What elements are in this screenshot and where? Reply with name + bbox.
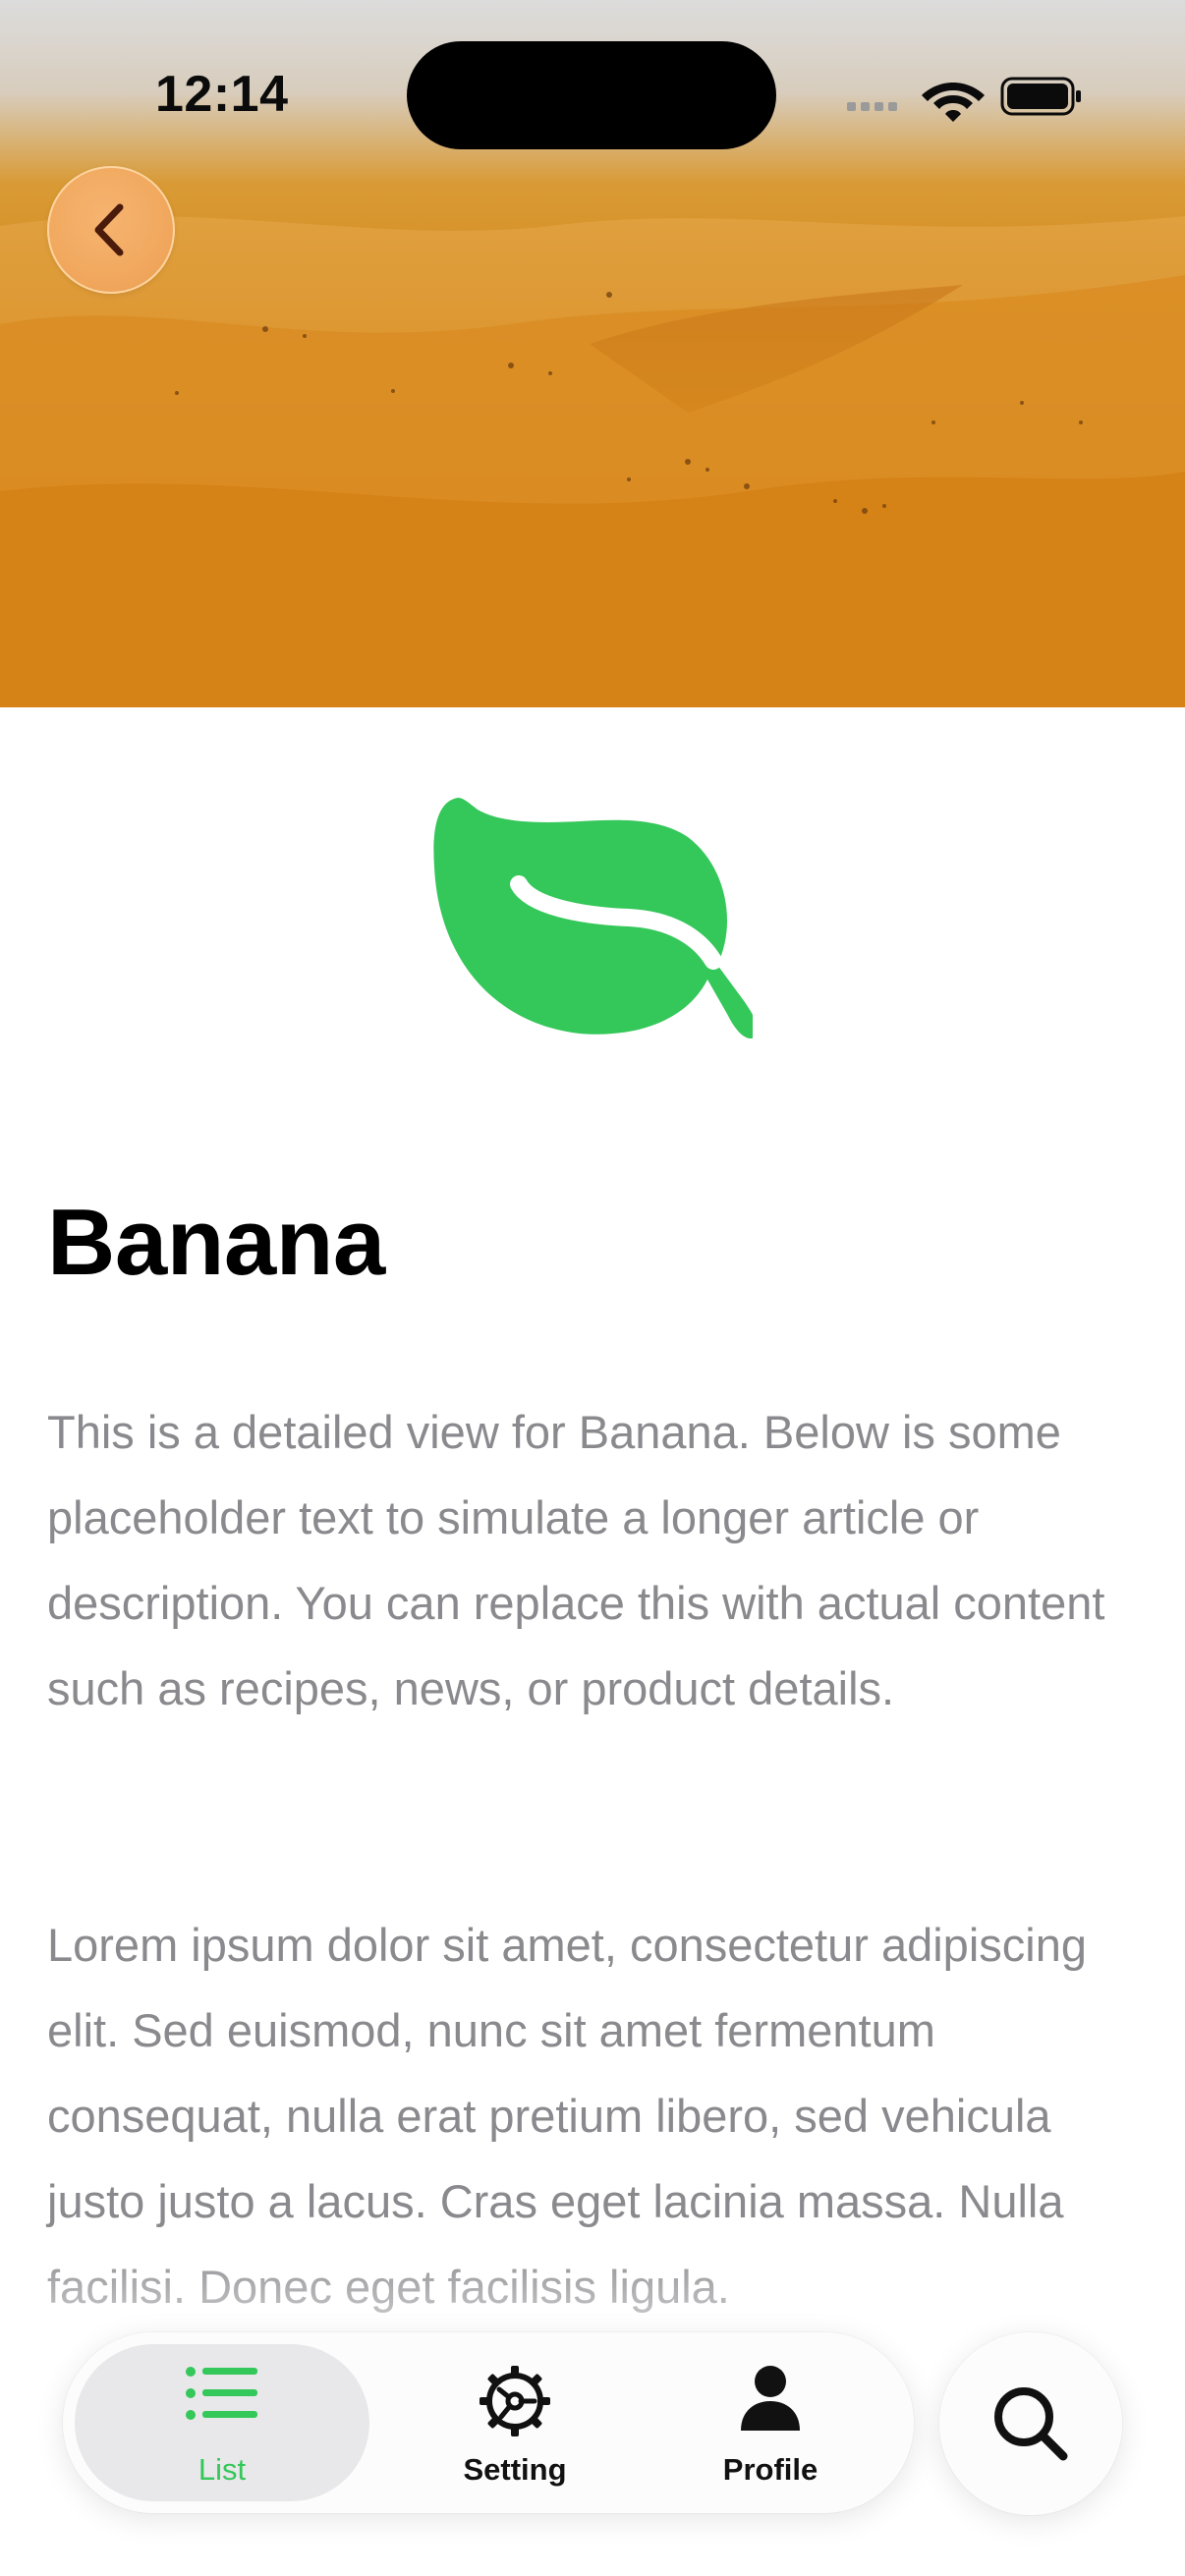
tab-bar: List Setting Profile [63,2332,914,2513]
status-time: 12:14 [155,66,289,123]
tab-label: List [198,2452,247,2487]
dynamic-island [407,41,776,149]
list-bullet-icon [186,2367,257,2420]
tab-label: Profile [722,2452,818,2487]
battery-icon [1000,77,1081,116]
tab-list[interactable]: List [75,2344,369,2501]
tab-profile[interactable]: Profile [652,2344,888,2501]
status-icons [847,69,1083,124]
leaf-icon [433,798,753,1038]
wifi-icon [922,83,985,122]
chevron-left-icon [94,203,124,256]
page-title: Banana [47,1190,385,1295]
magnifying-glass-icon [994,2387,1068,2461]
back-button[interactable] [47,166,175,294]
tab-setting[interactable]: Setting [397,2344,633,2501]
person-icon [741,2366,800,2431]
gear-icon [480,2366,550,2436]
tab-label: Setting [463,2452,567,2487]
cellular-signal-icon [847,102,897,111]
search-button[interactable] [939,2332,1122,2515]
article-paragraph: This is a detailed view for Banana. Belo… [47,1406,1105,1714]
